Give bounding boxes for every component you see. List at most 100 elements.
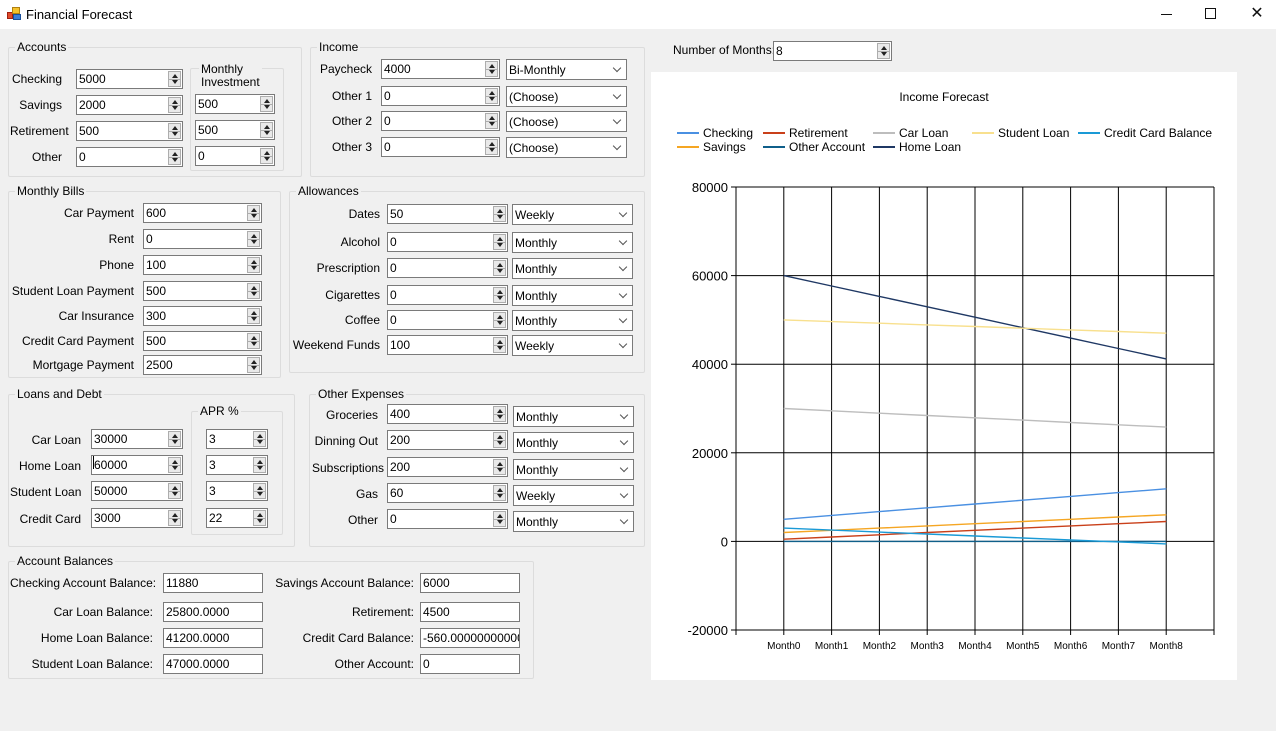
allowances-coffee-frequency-select[interactable]: Monthly [512, 310, 633, 331]
expenses-gas-input[interactable]: 60 [387, 483, 508, 503]
loans-home-loan-input-spinner[interactable] [168, 457, 181, 473]
expenses-dinning-out-input[interactable]: 200 [387, 430, 508, 450]
expenses-subscriptions-frequency-select[interactable]: Monthly [513, 459, 634, 480]
accounts-checking-input[interactable]: 5000 [76, 69, 183, 89]
allowances-weekend-funds-input-spinner[interactable] [493, 337, 506, 353]
income-other-2-input[interactable]: 0 [381, 111, 500, 131]
income-other-1-input-spinner[interactable] [485, 88, 498, 104]
accounts-retirement-input[interactable]: 500 [76, 121, 183, 141]
loans-car-loan-input[interactable]: 30000 [91, 429, 183, 449]
allowances-prescription-input-spinner[interactable] [493, 260, 506, 276]
expenses-other-input-spinner[interactable] [493, 511, 506, 527]
balance-home-loan-balance-field[interactable]: 41200.0000 [163, 628, 263, 648]
allowances-alcohol-frequency-select[interactable]: Monthly [512, 232, 633, 253]
accounts-checking-input-spinner[interactable] [168, 71, 181, 87]
bills-car-insurance-input-spinner[interactable] [247, 308, 260, 324]
balance-credit-card-balance-field[interactable]: -560.000000000000 [420, 628, 520, 648]
apr-car-loan-input[interactable]: 3 [206, 429, 268, 449]
bills-credit-card-payment-input[interactable]: 500 [143, 331, 262, 351]
expenses-groceries-frequency-select[interactable]: Monthly [513, 406, 634, 427]
apr-car-loan-input-spinner[interactable] [253, 431, 266, 447]
allowances-coffee-input-spinner[interactable] [493, 312, 506, 328]
allowances-weekend-funds-input[interactable]: 100 [387, 335, 508, 355]
bills-phone-input-spinner[interactable] [247, 257, 260, 273]
income-paycheck-frequency-select[interactable]: Bi-Monthly [506, 59, 627, 80]
accounts-savings-input-spinner[interactable] [168, 97, 181, 113]
income-paycheck-input-spinner[interactable] [485, 61, 498, 77]
expenses-gas-input-spinner[interactable] [493, 485, 506, 501]
allowances-cigarettes-input[interactable]: 0 [387, 285, 508, 305]
loans-car-loan-input-spinner[interactable] [168, 431, 181, 447]
accounts-retirement-input-spinner[interactable] [168, 123, 181, 139]
investment-retirement-input-spinner[interactable] [260, 148, 273, 164]
expenses-dinning-out-frequency-select[interactable]: Monthly [513, 432, 634, 453]
loans-home-loan-input[interactable]: 60000 [91, 455, 183, 475]
maximize-button[interactable] [1188, 0, 1234, 30]
income-other-3-input-spinner[interactable] [485, 139, 498, 155]
balance-car-loan-balance-field[interactable]: 25800.0000 [163, 602, 263, 622]
bills-phone-input[interactable]: 100 [143, 255, 262, 275]
allowances-alcohol-input-spinner[interactable] [493, 234, 506, 250]
apr-credit-card-input-spinner[interactable] [253, 510, 266, 526]
allowances-prescription-input[interactable]: 0 [387, 258, 508, 278]
bills-rent-input-spinner[interactable] [247, 231, 260, 247]
investment-checking-input[interactable]: 500 [195, 94, 275, 114]
income-paycheck-input[interactable]: 4000 [381, 59, 500, 79]
expenses-subscriptions-input-spinner[interactable] [493, 459, 506, 475]
expenses-other-frequency-select[interactable]: Monthly [513, 511, 634, 532]
bills-credit-card-payment-input-spinner[interactable] [247, 333, 260, 349]
balance-retirement-field[interactable]: 4500 [420, 602, 520, 622]
expenses-groceries-input[interactable]: 400 [387, 404, 508, 424]
expenses-dinning-out-input-spinner[interactable] [493, 432, 506, 448]
accounts-savings-input[interactable]: 2000 [76, 95, 183, 115]
allowances-dates-frequency-select[interactable]: Weekly [512, 204, 633, 225]
bills-student-loan-payment-input[interactable]: 500 [143, 281, 262, 301]
loans-student-loan-input[interactable]: 50000 [91, 481, 183, 501]
bills-mortgage-payment-input[interactable]: 2500 [143, 355, 262, 375]
allowances-prescription-frequency-select[interactable]: Monthly [512, 258, 633, 279]
bills-student-loan-payment-input-spinner[interactable] [247, 283, 260, 299]
balance-savings-account-balance-field[interactable]: 6000 [420, 573, 520, 593]
allowances-dates-input-spinner[interactable] [493, 206, 506, 222]
apr-student-loan-input-spinner[interactable] [253, 483, 266, 499]
bills-car-insurance-input[interactable]: 300 [143, 306, 262, 326]
apr-credit-card-input[interactable]: 22 [206, 508, 268, 528]
expenses-other-input[interactable]: 0 [387, 509, 508, 529]
investment-savings-input[interactable]: 500 [195, 120, 275, 140]
bills-mortgage-payment-input-spinner[interactable] [247, 357, 260, 373]
allowances-cigarettes-input-spinner[interactable] [493, 287, 506, 303]
apr-home-loan-input-spinner[interactable] [253, 457, 266, 473]
income-other-1-input[interactable]: 0 [381, 86, 500, 106]
balance-checking-account-balance-field[interactable]: 11880 [163, 573, 263, 593]
accounts-other-input-spinner[interactable] [168, 149, 181, 165]
balance-student-loan-balance-field[interactable]: 47000.0000 [163, 654, 263, 674]
allowances-cigarettes-frequency-select[interactable]: Monthly [512, 285, 633, 306]
income-other-2-input-spinner[interactable] [485, 113, 498, 129]
allowances-dates-input[interactable]: 50 [387, 204, 508, 224]
investment-checking-input-spinner[interactable] [260, 96, 273, 112]
months-spinner[interactable] [877, 43, 890, 59]
expenses-gas-frequency-select[interactable]: Weekly [513, 485, 634, 506]
loans-credit-card-input-spinner[interactable] [168, 510, 181, 526]
expenses-groceries-input-spinner[interactable] [493, 406, 506, 422]
minimize-button[interactable] [1144, 0, 1190, 30]
income-other-3-frequency-select[interactable]: (Choose) [506, 137, 627, 158]
allowances-weekend-funds-frequency-select[interactable]: Weekly [512, 335, 633, 356]
accounts-other-input[interactable]: 0 [76, 147, 183, 167]
loans-student-loan-input-spinner[interactable] [168, 483, 181, 499]
close-button[interactable]: ✕ [1234, 0, 1276, 30]
months-input[interactable]: 8 [773, 41, 892, 61]
investment-savings-input-spinner[interactable] [260, 122, 273, 138]
income-other-3-input[interactable]: 0 [381, 137, 500, 157]
income-other-2-frequency-select[interactable]: (Choose) [506, 111, 627, 132]
income-other-1-frequency-select[interactable]: (Choose) [506, 86, 627, 107]
balance-other-account-field[interactable]: 0 [420, 654, 520, 674]
bills-car-payment-input[interactable]: 600 [143, 203, 262, 223]
bills-rent-input[interactable]: 0 [143, 229, 262, 249]
expenses-subscriptions-input[interactable]: 200 [387, 457, 508, 477]
bills-car-payment-input-spinner[interactable] [247, 205, 260, 221]
allowances-alcohol-input[interactable]: 0 [387, 232, 508, 252]
loans-credit-card-input[interactable]: 3000 [91, 508, 183, 528]
apr-home-loan-input[interactable]: 3 [206, 455, 268, 475]
apr-student-loan-input[interactable]: 3 [206, 481, 268, 501]
